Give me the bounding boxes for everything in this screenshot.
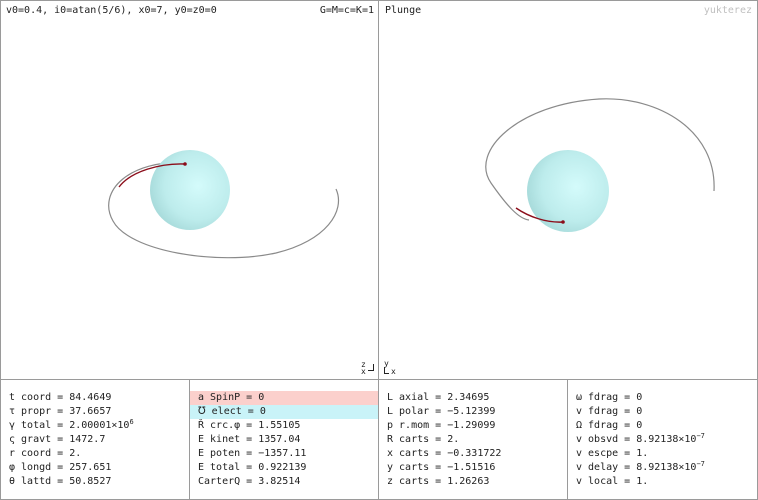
readout-row: ς gravt = 1472.7	[9, 434, 106, 445]
readout-row: x carts = −0.331722	[387, 448, 502, 459]
readout-row: z carts = 1.26263	[387, 476, 490, 487]
right-plot-canvas	[485, 98, 715, 232]
panel-energy: a SpinP = 0 ℧ elect = 0 Ř crc.φ = 1.5510…	[190, 380, 379, 499]
axis-x-label: x	[391, 367, 396, 376]
readout-row-spin: a SpinP = 0	[190, 391, 378, 405]
readout-row: R carts = 2.	[387, 434, 460, 445]
readout-row: E total = 0.922139	[198, 462, 307, 473]
axis-triad-icon	[368, 364, 374, 371]
watermark: yukterez	[703, 5, 752, 16]
app-window: v0=0.4, i0=atan(5/6), x0=7, y0=z0=0 G=M=…	[0, 0, 758, 500]
readout-row: γ total = 2.00001×106	[9, 418, 134, 432]
readout-panels: t coord = 84.4649 τ propr = 37.6657 γ to…	[1, 380, 757, 499]
readout-row: v fdrag = 0	[576, 406, 643, 417]
left-plot-canvas	[108, 150, 340, 259]
readout-row: Ř crc.φ = 1.55105	[198, 420, 301, 431]
readout-row: φ longd = 257.651	[9, 462, 112, 473]
readout-row: t coord = 84.4649	[9, 392, 112, 403]
readout-row: v delay = 8.92138×10−7	[576, 460, 705, 474]
readout-row-charge: ℧ elect = 0	[190, 405, 378, 419]
panel-velocities: ω fdrag = 0 v fdrag = 0 Ω fdrag = 0 v ob…	[568, 380, 757, 499]
panel-momentum: L axial = 2.34695 L polar = −5.12399 p r…	[379, 380, 568, 499]
readout-row: Ω fdrag = 0	[576, 420, 643, 431]
axis-x-label: x	[361, 367, 366, 376]
particle-marker	[561, 220, 565, 224]
units-text: G=M=c=K=1	[319, 5, 374, 16]
axis-triad-icon	[384, 367, 389, 374]
readout-row: CarterQ = 3.82514	[198, 476, 301, 487]
particle-marker	[183, 162, 187, 166]
readout-row: p r.mom = −1.29099	[387, 420, 496, 431]
right-3d-view[interactable]: Plunge yukterez y x	[379, 1, 757, 379]
params-text: v0=0.4, i0=atan(5/6), x0=7, y0=z0=0	[6, 5, 217, 16]
readout-row: v escpe = 1.	[576, 448, 649, 459]
readout-row: v local = 1.	[576, 476, 649, 487]
readout-row: ω fdrag = 0	[576, 392, 643, 403]
plot-title: Plunge	[385, 5, 422, 16]
readout-row: r coord = 2.	[9, 448, 82, 459]
readout-row: E poten = −1357.11	[198, 448, 307, 459]
readout-row: y carts = −1.51516	[387, 462, 496, 473]
readout-row: τ propr = 37.6657	[9, 406, 112, 417]
panel-kinematics: t coord = 84.4649 τ propr = 37.6657 γ to…	[1, 380, 190, 499]
left-3d-view[interactable]: v0=0.4, i0=atan(5/6), x0=7, y0=z0=0 G=M=…	[1, 1, 379, 379]
readout-row: v obsvd = 8.92138×10−7	[576, 432, 705, 446]
readout-row: L polar = −5.12399	[387, 406, 496, 417]
readout-row: E kinet = 1357.04	[198, 434, 301, 445]
readout-row: L axial = 2.34695	[387, 392, 490, 403]
horizon-sphere	[150, 150, 230, 230]
readout-row: θ lattd = 50.8527	[9, 476, 112, 487]
